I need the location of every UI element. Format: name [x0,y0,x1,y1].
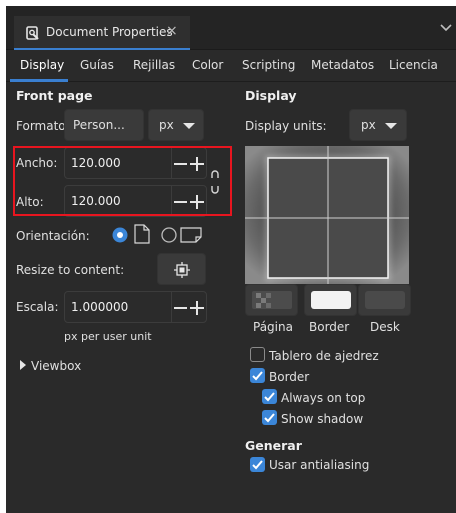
spin-separator [171,292,172,322]
border-color-swatch[interactable] [304,284,357,316]
swatch-label-pagina: Página [253,320,293,334]
format-value: Person... [73,118,125,132]
document-properties-icon [26,26,39,40]
border-checkbox[interactable] [250,368,265,383]
display-heading: Display [245,88,297,103]
show-shadow-checkbox[interactable] [262,410,277,425]
expander-arrow-icon[interactable] [19,360,27,370]
display-units-value: px [361,118,376,132]
portrait-radio[interactable] [112,227,128,243]
checkmark-icon [264,392,275,402]
decrement-icon[interactable] [174,307,187,309]
checkerboard-swatch-icon [252,291,292,309]
desk-color-fill [365,291,405,309]
checkerboard-checkbox[interactable] [250,347,265,362]
document-properties-tab[interactable]: Document Properties × [14,16,190,50]
swatch-label-border: Border [309,320,350,334]
antialiasing-label: Usar antialiasing [269,458,370,472]
landscape-radio[interactable] [161,227,177,243]
format-dropdown[interactable]: Person... [64,109,144,141]
increment-icon[interactable] [190,300,204,316]
checkmark-icon [252,460,263,470]
always-on-top-checkbox[interactable] [262,389,277,404]
tab-guias[interactable]: Guías [80,58,114,72]
page-preview [245,146,409,284]
active-tab-indicator [10,79,68,82]
front-page-heading: Front page [16,88,93,103]
format-label: Formato: [16,119,70,133]
tab-color[interactable]: Color [192,58,223,72]
scale-unit-note: px per user unit [64,330,152,343]
close-tab-icon[interactable]: × [166,23,178,39]
tab-title: Document Properties [46,25,173,39]
display-units-dropdown[interactable]: px [349,109,407,141]
scale-label: Escala: [16,300,59,314]
tab-metadatos[interactable]: Metadatos [311,58,374,72]
tab-licencia[interactable]: Licencia [389,58,438,72]
scale-value: 1.000000 [71,300,129,314]
checkmark-icon [252,371,263,381]
tab-rejillas[interactable]: Rejillas [133,58,175,72]
caret-down-icon [183,123,195,129]
resize-to-content-label: Resize to content: [16,263,125,277]
unit-dropdown[interactable]: px [148,109,204,141]
always-on-top-label: Always on top [281,391,366,405]
display-units-label: Display units: [245,119,327,133]
caret-down-icon [385,123,397,129]
desk-color-swatch[interactable] [358,284,411,316]
document-properties-panel: Document Properties × Display Guías Reji… [6,6,456,513]
border-label: Border [269,370,310,384]
border-color-fill [311,291,351,309]
checkmark-icon [264,413,275,423]
orientation-label: Orientación: [16,229,90,243]
tab-display[interactable]: Display [20,58,64,72]
generar-heading: Generar [245,438,302,453]
resize-to-content-button[interactable] [157,253,206,285]
tab-scripting[interactable]: Scripting [242,58,295,72]
page-color-swatch[interactable] [245,284,298,316]
fit-page-icon [174,262,190,278]
unit-value: px [159,118,174,132]
properties-tabs: Display Guías Rejillas Color Scripting M… [6,52,456,82]
dock-tab-bar: Document Properties × [6,6,456,50]
size-highlight-box [13,146,232,216]
viewbox-expander[interactable]: Viewbox [31,359,81,373]
swatch-label-desk: Desk [370,320,400,334]
scale-spinbox[interactable]: 1.000000 [64,291,207,323]
show-shadow-label: Show shadow [281,412,364,426]
portrait-page-icon [134,224,150,244]
checkerboard-label: Tablero de ajedrez [269,349,379,363]
landscape-page-icon [180,227,202,243]
antialiasing-checkbox[interactable] [250,457,265,472]
chevron-down-icon[interactable] [439,22,453,34]
